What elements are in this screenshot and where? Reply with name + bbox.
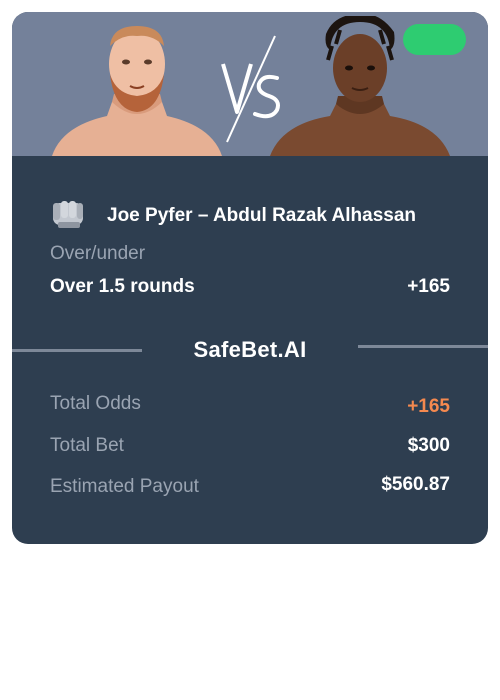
market-type-label: Over/under bbox=[50, 243, 146, 264]
total-bet-label: Total Bet bbox=[50, 435, 124, 456]
total-odds-value: +165 bbox=[407, 396, 450, 417]
matchup-banner bbox=[12, 12, 488, 156]
matchup-title: Joe Pyfer – Abdul Razak Alhassan bbox=[107, 205, 417, 226]
matchup-row: Joe Pyfer – Abdul Razak Alhassan bbox=[50, 198, 470, 232]
bet-slip-card: Joe Pyfer – Abdul Razak Alhassan Over/un… bbox=[12, 12, 488, 544]
estimated-payout-label: Estimated Payout bbox=[50, 476, 199, 497]
total-bet-value: $300 bbox=[407, 435, 450, 456]
estimated-payout-value: $560.87 bbox=[381, 474, 450, 495]
selection-odds: +165 bbox=[407, 276, 450, 297]
status-toggle[interactable] bbox=[403, 24, 466, 55]
boxing-glove-icon bbox=[53, 201, 83, 228]
left-fighter-image bbox=[52, 26, 222, 156]
bet-selection: Over 1.5 rounds bbox=[50, 276, 195, 297]
divider-right bbox=[358, 345, 488, 348]
brand-name: SafeBet.AI bbox=[193, 337, 307, 362]
total-odds-label: Total Odds bbox=[50, 393, 141, 414]
